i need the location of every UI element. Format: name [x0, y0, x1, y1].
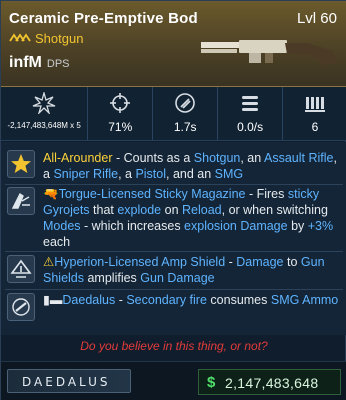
- perk-text: ⚠Hyperion-Licensed Amp Shield - Damage t…: [43, 254, 341, 286]
- sticky-magazine-icon: [7, 187, 35, 215]
- perk-text-part: Secondary fire: [126, 293, 207, 307]
- perk-text-part: on: [161, 203, 182, 217]
- shotgun-icon: [201, 40, 337, 65]
- stat-fire-rate-value: 0.0/s: [237, 120, 264, 134]
- manufacturer-logo: DAEDALUS: [7, 369, 131, 393]
- stats-bar: -2,147,483,648M x 5 71% 1.7s 0.0/s 6: [1, 87, 346, 141]
- perk-text-part: Assault Rifle: [264, 151, 334, 165]
- item-card: Ceramic Pre-Emptive Bod Lvl 60 Shotgun i…: [0, 0, 346, 400]
- item-level: Lvl 60: [296, 10, 337, 27]
- stat-magazine-value: 6: [311, 120, 319, 134]
- perk-divider: [5, 289, 343, 290]
- item-header: Ceramic Pre-Emptive Bod Lvl 60 Shotgun i…: [1, 1, 346, 87]
- stat-magazine: 6: [283, 87, 346, 140]
- perk-text-part: Daedalus: [62, 293, 116, 307]
- stat-accuracy-value: 71%: [108, 120, 133, 134]
- stat-reload: 1.7s: [153, 87, 219, 140]
- item-footer: DAEDALUS $ 2,147,483,648: [1, 361, 346, 400]
- perk-text-part: -: [225, 255, 237, 269]
- crosshair-icon: [110, 93, 131, 113]
- perk-text-part: Reload: [182, 203, 222, 217]
- perk-text-part: 🔫: [43, 187, 59, 201]
- stat-accuracy: 71%: [88, 87, 154, 140]
- perk-text-part: , a: [118, 167, 136, 181]
- perk-divider: [5, 184, 343, 185]
- stat-damage: -2,147,483,648M x 5: [1, 87, 89, 140]
- perk-text-part: each: [43, 235, 71, 249]
- perk-text: All-Arounder - Counts as a Shotgun, an A…: [43, 150, 341, 182]
- perk-text-part: amplifies: [84, 271, 141, 285]
- perk-text-part: , an: [240, 151, 264, 165]
- perk-text-part: -: [115, 293, 127, 307]
- dps-value: infM: [9, 54, 42, 71]
- perk-divider: [5, 251, 343, 252]
- perk-text-part: All-Arounder: [43, 151, 113, 165]
- perk-text-part: explode: [117, 203, 162, 217]
- perk-text: ▮▬Daedalus - Secondary fire consumes SMG…: [43, 292, 341, 308]
- perk-text-part: consumes: [206, 293, 271, 307]
- item-type-row: Shotgun: [9, 31, 83, 46]
- reload-icon: [175, 93, 195, 113]
- flavor-text: Do you believe in this thing, or not?: [80, 339, 268, 353]
- stat-fire-rate: 0.0/s: [218, 87, 284, 140]
- perk-text-part: ▮▬: [43, 293, 63, 307]
- perk-text-part: Modes: [43, 219, 81, 233]
- price-value: 2,147,483,648: [225, 375, 319, 391]
- dps-row: infM DPS: [9, 54, 70, 72]
- perk-text-part: Pistol: [135, 167, 167, 181]
- perk-text-part: - Fires: [245, 187, 288, 201]
- fire-rate-icon: [242, 96, 259, 111]
- perk-text-part: that: [89, 203, 118, 217]
- dps-label: DPS: [46, 58, 70, 70]
- perk-text-part: to: [283, 255, 301, 269]
- stat-damage-value: -2,147,483,648M x 5: [7, 121, 81, 130]
- perk-text: 🔫Torgue-Licensed Sticky Magazine - Fires…: [43, 186, 341, 250]
- perk-text-part: by: [287, 219, 308, 233]
- dollar-icon: $: [207, 374, 216, 391]
- item-name: Ceramic Pre-Emptive Bod: [9, 10, 198, 27]
- perk-text-part: , and an: [166, 167, 215, 181]
- manufacturer-name: DAEDALUS: [22, 375, 111, 389]
- perk-text-part: Torgue-Licensed Sticky Magazine: [58, 187, 246, 201]
- perk-text-part: Hyperion-Licensed Amp Shield: [54, 255, 226, 269]
- perk-text-part: explosion Damage: [184, 219, 288, 233]
- perk-text-part: Shotgun: [193, 151, 241, 165]
- perk-text-part: ⚠: [43, 255, 55, 269]
- magazine-icon: [305, 97, 326, 112]
- stat-reload-value: 1.7s: [173, 120, 197, 134]
- damage-burst-icon: [32, 92, 56, 114]
- perk-text-part: Sniper Rifle: [53, 167, 119, 181]
- price-box: $ 2,147,483,648: [198, 369, 341, 395]
- perk-text-part: Gun Damage: [140, 271, 215, 285]
- perk-text-part: Damage: [236, 255, 284, 269]
- perk-text-part: - which increases: [80, 219, 185, 233]
- perk-text-part: SMG Ammo: [270, 293, 339, 307]
- rarity-chevrons-icon: [9, 33, 31, 44]
- perk-text-part: - Counts as a: [112, 151, 194, 165]
- amp-shield-icon: [7, 255, 35, 283]
- perk-text-part: SMG: [214, 167, 244, 181]
- perk-text-part: +3%: [307, 219, 334, 233]
- star-perk-icon: [7, 150, 35, 178]
- perk-text-part: , or when switching: [221, 203, 328, 217]
- perks-list: All-Arounder - Counts as a Shotgun, an A…: [1, 142, 346, 335]
- secondary-fire-icon: [7, 293, 35, 321]
- item-type: Shotgun: [35, 31, 84, 46]
